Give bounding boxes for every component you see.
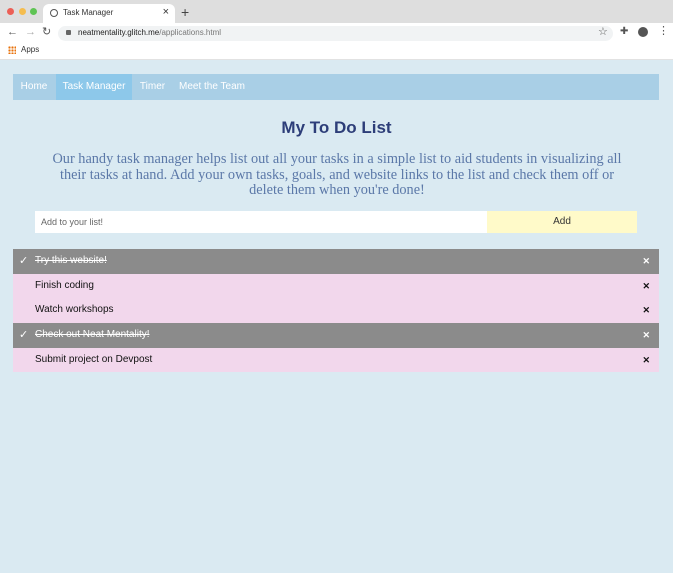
add-button[interactable]: Add <box>487 211 637 233</box>
close-icon[interactable]: ✕ <box>642 298 650 323</box>
minimize-window-button[interactable] <box>19 8 26 15</box>
close-icon[interactable]: ✕ <box>642 323 650 348</box>
url-text: neatmentality.glitch.me/applications.htm… <box>78 28 222 37</box>
task-item[interactable]: Submit project on Devpost ✕ <box>13 347 659 373</box>
checkmark-icon: ✓ <box>19 255 29 267</box>
globe-icon <box>50 9 58 17</box>
lock-icon <box>66 30 71 35</box>
task-item[interactable]: Watch workshops ✕ <box>13 298 659 324</box>
page-title: My To Do List <box>281 118 392 137</box>
kebab-menu-icon[interactable]: ⋮ <box>658 24 669 38</box>
task-item[interactable]: ✓ Try this website! ✕ <box>13 249 659 274</box>
task-item[interactable]: Finish coding ✕ <box>13 273 659 299</box>
nav-meet-the-team[interactable]: Meet the Team <box>175 74 249 100</box>
close-window-button[interactable] <box>7 8 14 15</box>
task-text: Submit project on Devpost <box>35 353 153 365</box>
tab-title: Task Manager <box>63 8 114 17</box>
forward-arrow-icon[interactable]: → <box>25 25 36 39</box>
task-item[interactable]: ✓ Check out Neat Mentality! ✕ <box>13 323 659 348</box>
new-tab-icon[interactable]: + <box>181 4 189 20</box>
back-arrow-icon[interactable]: ← <box>7 25 18 39</box>
bookmark-star-icon[interactable]: ☆ <box>598 25 608 39</box>
apps-grid-icon[interactable] <box>8 46 16 54</box>
checkmark-icon: ✓ <box>19 329 29 342</box>
task-text: Watch workshops <box>35 304 114 316</box>
browser-tab[interactable]: Task Manager × <box>43 4 175 23</box>
task-list: ✓ Try this website! ✕ Finish coding ✕ Wa… <box>13 249 659 373</box>
profile-icon[interactable] <box>638 27 648 37</box>
extensions-puzzle-icon[interactable]: ✚ <box>620 25 628 39</box>
reload-icon[interactable]: ↻ <box>42 25 51 39</box>
bookmarks-bar: Apps <box>0 42 673 60</box>
task-text: Check out Neat Mentality! <box>35 329 150 341</box>
browser-toolbar: ← → ↻ neatmentality.glitch.me/applicatio… <box>0 23 673 42</box>
close-icon[interactable]: ✕ <box>642 274 650 299</box>
maximize-window-button[interactable] <box>30 8 37 15</box>
browser-titlebar: Task Manager × + <box>0 0 673 23</box>
address-bar[interactable]: neatmentality.glitch.me/applications.htm… <box>58 26 613 41</box>
intro-text: Our handy task manager helps list out al… <box>52 151 622 198</box>
close-icon[interactable]: ✕ <box>642 249 650 274</box>
site-navbar: Home Task Manager Timer Meet the Team <box>13 74 659 100</box>
add-task-input[interactable] <box>35 211 487 233</box>
nav-task-manager[interactable]: Task Manager <box>56 74 132 100</box>
nav-timer[interactable]: Timer <box>132 74 173 100</box>
nav-home[interactable]: Home <box>13 74 55 100</box>
close-icon[interactable]: ✕ <box>642 348 650 373</box>
task-text: Finish coding <box>35 279 94 291</box>
tab-close-icon[interactable]: × <box>163 6 169 18</box>
task-text: Try this website! <box>35 255 107 266</box>
bookmark-apps[interactable]: Apps <box>21 45 39 54</box>
